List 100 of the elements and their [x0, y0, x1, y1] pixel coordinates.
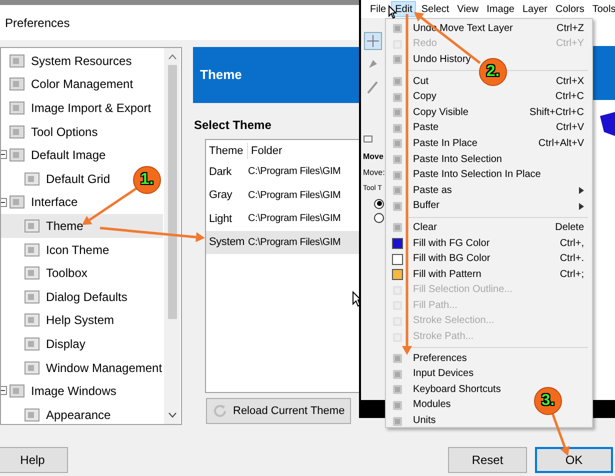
menu-item-icon	[392, 138, 403, 150]
canvas-shape	[600, 112, 615, 136]
menu-item[interactable]: Paste as	[386, 182, 592, 199]
menu-item[interactable]: Input Devices	[386, 366, 482, 382]
tree-item[interactable]: Default Image	[1, 143, 109, 167]
menu-item[interactable]: Keyboard Shortcuts	[386, 382, 509, 398]
settings-page-icon	[9, 124, 25, 140]
move-tool-icon[interactable]	[364, 32, 382, 50]
menu-item-icon	[392, 384, 403, 396]
menu-item[interactable]: Units	[386, 413, 444, 429]
menu-item-label: Paste Into Selection	[413, 154, 502, 165]
tree-item[interactable]: System Resources	[1, 49, 135, 73]
menu-bar-item[interactable]: Tools	[589, 1, 615, 17]
menu-item[interactable]: Modules	[386, 398, 459, 414]
menu-item[interactable]: Undo History	[386, 52, 479, 68]
menu-item[interactable]: Paste Into Selection	[386, 152, 510, 168]
tree-item[interactable]: Tool Options	[1, 120, 101, 144]
tree-item-label: Default Image	[31, 147, 106, 164]
menu-item-label: Undo History	[413, 54, 471, 65]
menu-bar-item[interactable]: File	[367, 1, 390, 17]
menu-bar-item[interactable]: Image	[484, 1, 518, 17]
panel-title: Theme	[200, 66, 242, 84]
tree-item[interactable]: Appearance	[1, 402, 114, 424]
menu-item[interactable]: Fill with BG Color Ctrl+.	[386, 251, 592, 267]
shortcut-label: Ctrl+Y	[556, 39, 584, 50]
tree-item[interactable]: Icon Theme	[1, 238, 112, 262]
menu-item-label: Copy	[413, 92, 438, 102]
menu-item-label: Paste as	[413, 186, 453, 196]
expander-icon[interactable]	[1, 198, 7, 207]
menu-item[interactable]: Paste In Place Ctrl+Alt+V	[386, 136, 592, 152]
table-cell-text: Dark	[208, 164, 232, 180]
section-title: Select Theme	[194, 117, 272, 134]
help-button[interactable]: Help	[0, 447, 68, 473]
tree-item[interactable]: Window Management	[1, 356, 166, 380]
menu-item[interactable]: Paste Ctrl+V	[386, 120, 592, 136]
settings-page-icon	[24, 360, 40, 376]
menu-item-icon	[392, 76, 403, 88]
ok-button[interactable]: OK	[535, 447, 613, 473]
tree-item[interactable]: Image Import & Export	[1, 96, 154, 120]
shortcut-label: Ctrl+;	[560, 270, 584, 280]
menu-item[interactable]: Copy Visible Shift+Ctrl+C	[386, 104, 592, 121]
tree-item[interactable]: Theme	[1, 214, 163, 238]
menu-bar-item[interactable]: View	[454, 1, 482, 17]
scrollbar[interactable]	[164, 48, 180, 424]
shortcut-label: Ctrl+.	[560, 254, 584, 264]
tree-item[interactable]: Toolbox	[1, 261, 90, 285]
menu-item-icon	[392, 23, 403, 34]
reload-button[interactable]: Reload Current Theme	[206, 398, 351, 424]
table-cell-text: C:\Program Files\GIM	[248, 236, 341, 250]
tree-item[interactable]: Default Grid	[1, 166, 114, 191]
menu-item-label: Copy Visible	[413, 108, 470, 118]
radio-button[interactable]	[374, 198, 384, 208]
refresh-icon	[212, 403, 228, 419]
tree-item-label: Help System	[46, 312, 114, 330]
tree-item[interactable]: Color Management	[1, 72, 136, 96]
expander-icon[interactable]	[1, 386, 7, 396]
tree-item[interactable]: Interface	[1, 190, 81, 214]
menu-item-label: Buffer	[413, 201, 440, 212]
settings-page-icon	[9, 52, 25, 69]
column-header[interactable]: Theme	[206, 142, 248, 160]
menu-item-label: Fill with Pattern	[413, 270, 482, 280]
menu-item[interactable]: Preferences	[386, 350, 475, 366]
menu-item[interactable]: Buffer	[386, 198, 592, 214]
menu-item[interactable]: Copy Ctrl+C	[386, 89, 592, 105]
radio-button[interactable]	[374, 212, 384, 222]
menu-bar-item[interactable]: Colors	[552, 1, 588, 17]
table-cell-text: C:\Program Files\GIM	[248, 188, 341, 203]
tree-item-label: Tool Options	[31, 124, 98, 141]
menu-item-icon	[392, 122, 403, 134]
menu-item-label: Redo	[413, 39, 438, 50]
tree-item-label: Display	[46, 336, 86, 353]
column-header[interactable]: Folder	[248, 142, 286, 160]
menu-item[interactable]: Paste Into Selection In Place	[386, 167, 549, 183]
arrow	[82, 186, 138, 225]
menu-item-icon	[392, 107, 403, 118]
tab-icon[interactable]	[363, 134, 373, 144]
scroll-up-icon[interactable]	[168, 54, 176, 60]
settings-page-icon	[9, 147, 25, 164]
menu-item-label: Clear	[413, 222, 438, 233]
scroll-down-icon[interactable]	[168, 412, 176, 418]
menu-bar-item[interactable]: Layer	[519, 1, 550, 17]
expander-icon[interactable]	[1, 150, 7, 160]
reset-button[interactable]: Reset	[448, 447, 527, 473]
settings-page-icon	[24, 336, 40, 352]
menu-item-label: Stroke Selection...	[413, 316, 494, 326]
tree-item-label: Color Management	[31, 76, 134, 94]
shortcut-label: Ctrl+,	[560, 238, 584, 249]
menu-item[interactable]: Fill with FG Color Ctrl+,	[386, 236, 592, 252]
tool-options-title: Move	[363, 151, 384, 163]
submenu-arrow-icon	[579, 187, 584, 194]
tree-item[interactable]: Dialog Defaults	[1, 284, 130, 309]
menu-item-label: Units	[413, 416, 436, 426]
tree-item[interactable]: Display	[1, 332, 88, 356]
tree-item[interactable]: Image Windows	[1, 379, 120, 403]
tree-item[interactable]: Help System	[1, 308, 118, 332]
shortcut-label: Ctrl+Alt+V	[538, 138, 584, 149]
menu-item[interactable]: Clear Delete	[386, 220, 592, 236]
menu-bar-item[interactable]: Select	[418, 1, 452, 17]
menu-item-icon	[392, 368, 403, 380]
menu-item[interactable]: Fill with Pattern Ctrl+;	[386, 266, 592, 282]
